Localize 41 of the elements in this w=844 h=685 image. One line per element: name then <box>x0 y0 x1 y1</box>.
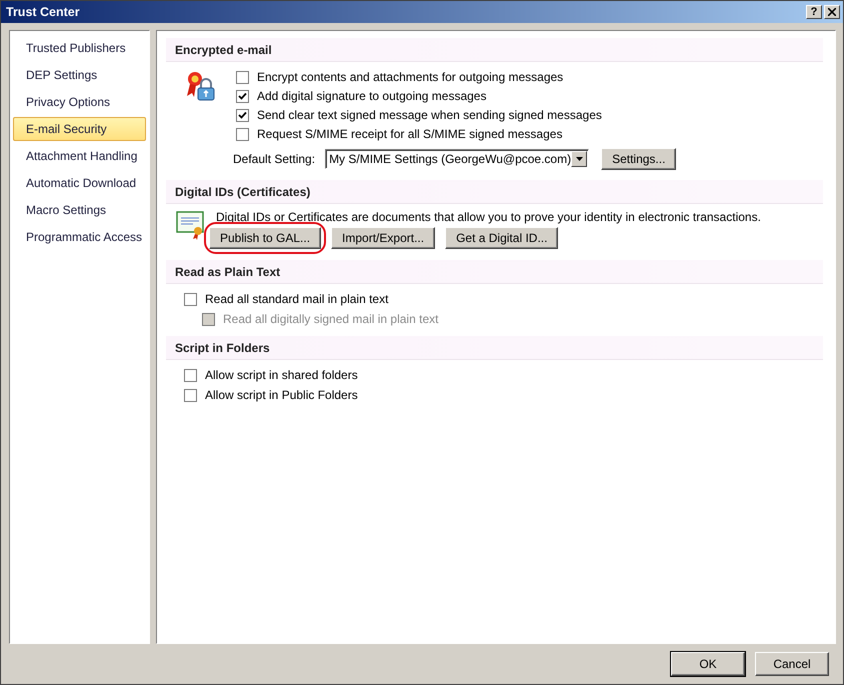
action-button[interactable]: Import/Export... <box>331 227 436 249</box>
checkbox-label[interactable]: Read all standard mail in plain text <box>205 292 388 306</box>
certificate-icon <box>176 210 206 240</box>
dropdown-arrow-icon <box>576 157 583 161</box>
sidebar-item[interactable]: Privacy Options <box>13 90 146 114</box>
settings-button[interactable]: Settings... <box>601 148 676 170</box>
checkbox[interactable] <box>236 108 249 122</box>
field-label: Default Setting: <box>233 152 316 166</box>
sidebar-item[interactable]: Macro Settings <box>13 198 146 222</box>
checkbox-label[interactable]: Send clear text signed message when sending signed messages <box>257 108 602 122</box>
checkbox[interactable] <box>236 70 249 84</box>
close-button[interactable] <box>824 5 840 19</box>
sidebar-item[interactable]: E-mail Security <box>13 117 146 141</box>
help-button[interactable]: ? <box>806 5 822 19</box>
checkbox-label[interactable]: Request S/MIME receipt for all S/MIME signed messages <box>257 127 562 141</box>
checkbox-label[interactable]: Encrypt contents and attachments for outgoing messages <box>257 70 564 84</box>
checkbox-label[interactable]: Add digital signature to outgoing messages <box>257 89 486 103</box>
action-button[interactable]: Publish to GAL... <box>209 227 322 249</box>
ok-button[interactable]: OK <box>671 652 745 676</box>
checkbox[interactable] <box>184 292 197 306</box>
description-text: Digital IDs or Certificates are documents that allow you to prove your identity in electronic transactions. <box>216 210 761 224</box>
cancel-button[interactable]: Cancel <box>755 652 829 676</box>
checkbox-label[interactable]: Allow script in shared folders <box>205 368 358 382</box>
section-header: Read as Plain Text <box>166 260 823 284</box>
close-icon <box>828 8 836 16</box>
sidebar-item[interactable]: DEP Settings <box>13 63 146 87</box>
checkbox-label[interactable]: Allow script in Public Folders <box>205 388 358 402</box>
settings-dropdown[interactable]: My S/MIME Settings (GeorgeWu@pcoe.com) <box>325 149 590 169</box>
action-button[interactable]: Get a Digital ID... <box>445 227 558 249</box>
checkbox[interactable] <box>184 368 197 382</box>
section-header: Script in Folders <box>166 336 823 360</box>
section-header: Encrypted e-mail <box>166 38 823 62</box>
sidebar-item[interactable]: Programmatic Access <box>13 225 146 249</box>
sidebar-item[interactable]: Trusted Publishers <box>13 36 146 60</box>
checkbox[interactable] <box>184 388 197 402</box>
sidebar-item[interactable]: Attachment Handling <box>13 144 146 168</box>
section-header: Digital IDs (Certificates) <box>166 180 823 204</box>
checkbox[interactable] <box>236 90 249 102</box>
checkbox[interactable] <box>236 128 249 140</box>
window-title: Trust Center <box>6 5 81 19</box>
sidebar-item[interactable]: Automatic Download <box>13 171 146 195</box>
